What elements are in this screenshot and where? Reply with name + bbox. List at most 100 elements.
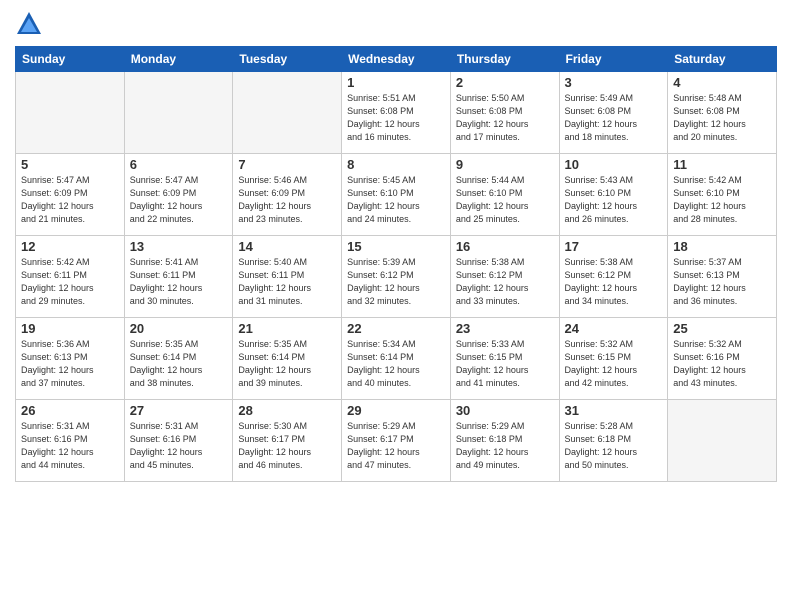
day-number: 5 bbox=[21, 157, 119, 172]
day-number: 31 bbox=[565, 403, 663, 418]
day-number: 12 bbox=[21, 239, 119, 254]
day-number: 30 bbox=[456, 403, 554, 418]
day-cell: 19 Sunrise: 5:36 AMSunset: 6:13 PMDayligh… bbox=[16, 318, 125, 400]
week-row-3: 12 Sunrise: 5:42 AMSunset: 6:11 PMDayligh… bbox=[16, 236, 777, 318]
weekday-header-tuesday: Tuesday bbox=[233, 47, 342, 72]
day-cell: 11 Sunrise: 5:42 AMSunset: 6:10 PMDayligh… bbox=[668, 154, 777, 236]
day-number: 3 bbox=[565, 75, 663, 90]
day-cell: 2 Sunrise: 5:50 AMSunset: 6:08 PMDaylight… bbox=[450, 72, 559, 154]
day-cell: 25 Sunrise: 5:32 AMSunset: 6:16 PMDayligh… bbox=[668, 318, 777, 400]
day-info: Sunrise: 5:33 AMSunset: 6:15 PMDaylight:… bbox=[456, 338, 554, 390]
header bbox=[15, 10, 777, 38]
day-number: 4 bbox=[673, 75, 771, 90]
day-cell: 4 Sunrise: 5:48 AMSunset: 6:08 PMDaylight… bbox=[668, 72, 777, 154]
day-cell: 26 Sunrise: 5:31 AMSunset: 6:16 PMDayligh… bbox=[16, 400, 125, 482]
day-info: Sunrise: 5:49 AMSunset: 6:08 PMDaylight:… bbox=[565, 92, 663, 144]
day-cell: 12 Sunrise: 5:42 AMSunset: 6:11 PMDayligh… bbox=[16, 236, 125, 318]
day-info: Sunrise: 5:42 AMSunset: 6:10 PMDaylight:… bbox=[673, 174, 771, 226]
day-number: 25 bbox=[673, 321, 771, 336]
day-number: 10 bbox=[565, 157, 663, 172]
day-cell: 17 Sunrise: 5:38 AMSunset: 6:12 PMDayligh… bbox=[559, 236, 668, 318]
day-cell: 16 Sunrise: 5:38 AMSunset: 6:12 PMDayligh… bbox=[450, 236, 559, 318]
day-cell bbox=[124, 72, 233, 154]
day-cell: 28Sunrise: 5:30 AMSunset: 6:17 PMDayligh… bbox=[233, 400, 342, 482]
day-number: 14 bbox=[238, 239, 336, 254]
weekday-header-row: SundayMondayTuesdayWednesdayThursdayFrid… bbox=[16, 47, 777, 72]
day-number: 11 bbox=[673, 157, 771, 172]
week-row-1: 1Sunrise: 5:51 AMSunset: 6:08 PMDaylight… bbox=[16, 72, 777, 154]
day-number: 17 bbox=[565, 239, 663, 254]
day-cell: 21 Sunrise: 5:35 AMSunset: 6:14 PMDayligh… bbox=[233, 318, 342, 400]
weekday-header-monday: Monday bbox=[124, 47, 233, 72]
calendar: SundayMondayTuesdayWednesdayThursdayFrid… bbox=[15, 46, 777, 482]
day-cell: 31Sunrise: 5:28 AMSunset: 6:18 PMDayligh… bbox=[559, 400, 668, 482]
day-info: Sunrise: 5:47 AMSunset: 6:09 PMDaylight:… bbox=[130, 174, 228, 226]
day-number: 2 bbox=[456, 75, 554, 90]
day-cell: 9 Sunrise: 5:44 AMSunset: 6:10 PMDaylight… bbox=[450, 154, 559, 236]
day-info: Sunrise: 5:43 AMSunset: 6:10 PMDaylight:… bbox=[565, 174, 663, 226]
day-info: Sunrise: 5:36 AMSunset: 6:13 PMDaylight:… bbox=[21, 338, 119, 390]
day-number: 24 bbox=[565, 321, 663, 336]
day-number: 21 bbox=[238, 321, 336, 336]
week-row-4: 19 Sunrise: 5:36 AMSunset: 6:13 PMDayligh… bbox=[16, 318, 777, 400]
day-info: Sunrise: 5:46 AMSunset: 6:09 PMDaylight:… bbox=[238, 174, 336, 226]
day-cell: 22Sunrise: 5:34 AMSunset: 6:14 PMDayligh… bbox=[342, 318, 451, 400]
day-number: 8 bbox=[347, 157, 445, 172]
day-number: 9 bbox=[456, 157, 554, 172]
logo bbox=[15, 10, 47, 38]
day-number: 29 bbox=[347, 403, 445, 418]
day-cell: 13 Sunrise: 5:41 AMSunset: 6:11 PMDayligh… bbox=[124, 236, 233, 318]
day-cell: 27 Sunrise: 5:31 AMSunset: 6:16 PMDayligh… bbox=[124, 400, 233, 482]
day-info: Sunrise: 5:35 AMSunset: 6:14 PMDaylight:… bbox=[238, 338, 336, 390]
day-cell: 15 Sunrise: 5:39 AMSunset: 6:12 PMDayligh… bbox=[342, 236, 451, 318]
week-row-2: 5 Sunrise: 5:47 AMSunset: 6:09 PMDaylight… bbox=[16, 154, 777, 236]
day-cell: 24 Sunrise: 5:32 AMSunset: 6:15 PMDayligh… bbox=[559, 318, 668, 400]
day-cell: 7 Sunrise: 5:46 AMSunset: 6:09 PMDaylight… bbox=[233, 154, 342, 236]
day-cell: 23Sunrise: 5:33 AMSunset: 6:15 PMDayligh… bbox=[450, 318, 559, 400]
day-info: Sunrise: 5:38 AMSunset: 6:12 PMDaylight:… bbox=[565, 256, 663, 308]
day-number: 27 bbox=[130, 403, 228, 418]
day-cell: 6 Sunrise: 5:47 AMSunset: 6:09 PMDaylight… bbox=[124, 154, 233, 236]
day-info: Sunrise: 5:42 AMSunset: 6:11 PMDaylight:… bbox=[21, 256, 119, 308]
weekday-header-wednesday: Wednesday bbox=[342, 47, 451, 72]
day-info: Sunrise: 5:29 AMSunset: 6:18 PMDaylight:… bbox=[456, 420, 554, 472]
day-info: Sunrise: 5:30 AMSunset: 6:17 PMDaylight:… bbox=[238, 420, 336, 472]
day-info: Sunrise: 5:51 AMSunset: 6:08 PMDaylight:… bbox=[347, 92, 445, 144]
day-number: 19 bbox=[21, 321, 119, 336]
day-info: Sunrise: 5:31 AMSunset: 6:16 PMDaylight:… bbox=[21, 420, 119, 472]
day-number: 20 bbox=[130, 321, 228, 336]
day-cell: 3 Sunrise: 5:49 AMSunset: 6:08 PMDaylight… bbox=[559, 72, 668, 154]
day-number: 6 bbox=[130, 157, 228, 172]
day-cell: 30 Sunrise: 5:29 AMSunset: 6:18 PMDayligh… bbox=[450, 400, 559, 482]
day-number: 15 bbox=[347, 239, 445, 254]
day-info: Sunrise: 5:35 AMSunset: 6:14 PMDaylight:… bbox=[130, 338, 228, 390]
weekday-header-friday: Friday bbox=[559, 47, 668, 72]
day-number: 18 bbox=[673, 239, 771, 254]
day-info: Sunrise: 5:32 AMSunset: 6:16 PMDaylight:… bbox=[673, 338, 771, 390]
day-number: 16 bbox=[456, 239, 554, 254]
week-row-5: 26 Sunrise: 5:31 AMSunset: 6:16 PMDayligh… bbox=[16, 400, 777, 482]
day-info: Sunrise: 5:39 AMSunset: 6:12 PMDaylight:… bbox=[347, 256, 445, 308]
day-cell bbox=[668, 400, 777, 482]
weekday-header-saturday: Saturday bbox=[668, 47, 777, 72]
logo-icon bbox=[15, 10, 43, 38]
day-info: Sunrise: 5:44 AMSunset: 6:10 PMDaylight:… bbox=[456, 174, 554, 226]
weekday-header-thursday: Thursday bbox=[450, 47, 559, 72]
day-info: Sunrise: 5:38 AMSunset: 6:12 PMDaylight:… bbox=[456, 256, 554, 308]
day-cell: 8Sunrise: 5:45 AMSunset: 6:10 PMDaylight… bbox=[342, 154, 451, 236]
day-cell: 14Sunrise: 5:40 AMSunset: 6:11 PMDayligh… bbox=[233, 236, 342, 318]
day-number: 26 bbox=[21, 403, 119, 418]
day-cell: 5Sunrise: 5:47 AMSunset: 6:09 PMDaylight… bbox=[16, 154, 125, 236]
day-info: Sunrise: 5:29 AMSunset: 6:17 PMDaylight:… bbox=[347, 420, 445, 472]
day-info: Sunrise: 5:41 AMSunset: 6:11 PMDaylight:… bbox=[130, 256, 228, 308]
day-info: Sunrise: 5:32 AMSunset: 6:15 PMDaylight:… bbox=[565, 338, 663, 390]
day-info: Sunrise: 5:50 AMSunset: 6:08 PMDaylight:… bbox=[456, 92, 554, 144]
day-number: 7 bbox=[238, 157, 336, 172]
day-cell: 1Sunrise: 5:51 AMSunset: 6:08 PMDaylight… bbox=[342, 72, 451, 154]
day-info: Sunrise: 5:48 AMSunset: 6:08 PMDaylight:… bbox=[673, 92, 771, 144]
day-cell bbox=[16, 72, 125, 154]
day-info: Sunrise: 5:34 AMSunset: 6:14 PMDaylight:… bbox=[347, 338, 445, 390]
day-info: Sunrise: 5:31 AMSunset: 6:16 PMDaylight:… bbox=[130, 420, 228, 472]
day-number: 13 bbox=[130, 239, 228, 254]
day-info: Sunrise: 5:37 AMSunset: 6:13 PMDaylight:… bbox=[673, 256, 771, 308]
